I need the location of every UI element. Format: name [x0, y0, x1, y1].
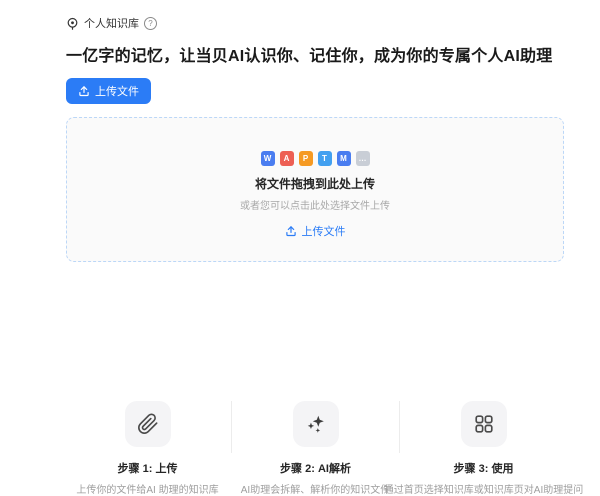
upload-button-label: 上传文件: [95, 83, 139, 99]
txt-file-icon: T: [318, 151, 332, 166]
kb-title: 个人知识库: [84, 15, 139, 31]
knowledge-base-icon: [66, 17, 79, 30]
ppt-file-icon: P: [299, 151, 313, 166]
page-title: 一亿字的记忆，让当贝AI认识你、记住你，成为你的专属个人AI助理: [66, 42, 600, 66]
dropzone-upload-link[interactable]: 上传文件: [285, 223, 346, 239]
step-title: 步骤 3: 使用: [454, 460, 514, 476]
step-ai-parse: 步骤 2: AI解析 AI助理会拆解、解析你的知识文件: [232, 401, 399, 496]
dropzone-upload-link-label: 上传文件: [302, 223, 346, 239]
step-description: 通过首页选择知识库或知识库页对AI助理提问: [384, 481, 583, 496]
file-dropzone[interactable]: W A P T M … 将文件拖拽到此处上传 或者您可以点击此处选择文件上传 上…: [66, 117, 564, 262]
pdf-file-icon: A: [280, 151, 294, 166]
step-icon-box: [293, 401, 339, 447]
step-upload: 步骤 1: 上传 上传你的文件给AI 助理的知识库: [64, 401, 231, 496]
upload-icon: [285, 225, 297, 237]
kb-header: 个人知识库 ?: [66, 15, 600, 31]
step-description: 上传你的文件给AI 助理的知识库: [76, 481, 218, 496]
md-file-icon: M: [337, 151, 351, 166]
sparkles-icon: [305, 413, 327, 435]
step-title: 步骤 1: 上传: [118, 460, 178, 476]
more-file-icon: …: [356, 151, 370, 166]
steps-section: 步骤 1: 上传 上传你的文件给AI 助理的知识库 步骤 2: AI解析 AI助…: [64, 401, 570, 496]
grid-icon: [473, 413, 495, 435]
upload-file-button[interactable]: 上传文件: [66, 78, 151, 104]
dropzone-sub-text: 或者您可以点击此处选择文件上传: [240, 197, 390, 212]
step-title: 步骤 2: AI解析: [280, 460, 351, 476]
paperclip-icon: [137, 413, 159, 435]
dropzone-main-text: 将文件拖拽到此处上传: [255, 175, 375, 192]
step-use: 步骤 3: 使用 通过首页选择知识库或知识库页对AI助理提问: [400, 401, 567, 496]
help-icon[interactable]: ?: [144, 17, 157, 30]
step-icon-box: [125, 401, 171, 447]
file-type-icons: W A P T M …: [261, 151, 370, 166]
page: 个人知识库 ? 一亿字的记忆，让当贝AI认识你、记住你，成为你的专属个人AI助理…: [0, 0, 600, 496]
step-description: AI助理会拆解、解析你的知识文件: [241, 481, 390, 496]
word-file-icon: W: [261, 151, 275, 166]
step-icon-box: [461, 401, 507, 447]
upload-icon: [78, 85, 90, 97]
